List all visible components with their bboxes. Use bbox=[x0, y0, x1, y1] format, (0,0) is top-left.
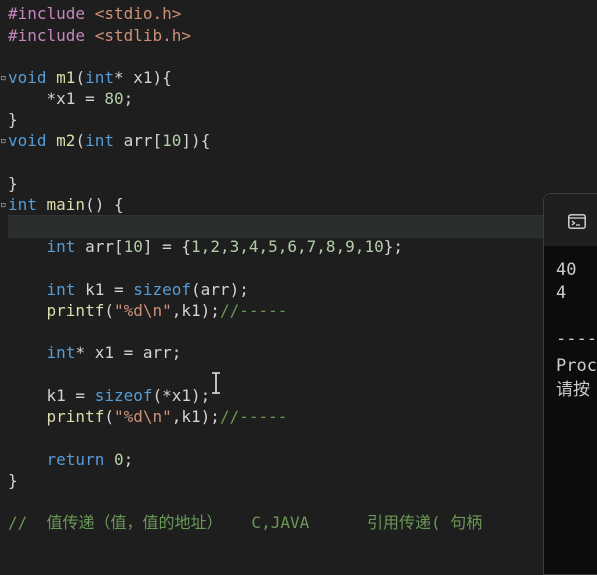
terminal-output-line: 4 bbox=[556, 283, 567, 303]
code-token: int bbox=[8, 195, 47, 214]
code-token: "%d\n" bbox=[113, 301, 172, 320]
code-token: printf bbox=[46, 301, 105, 320]
code-token: ( bbox=[104, 301, 114, 320]
code-line: int* x1 = arr; bbox=[8, 342, 182, 363]
code-line: int main() { bbox=[8, 194, 124, 215]
code-token: sizeof bbox=[133, 280, 192, 299]
current-line-highlight bbox=[8, 215, 548, 238]
code-token: //----- bbox=[219, 407, 288, 426]
code-token: arr[ bbox=[113, 131, 163, 150]
code-line: printf("%d\n",k1);//----- bbox=[8, 300, 288, 321]
code-token: ; bbox=[123, 450, 134, 469]
code-token: } bbox=[8, 174, 18, 193]
code-token: }; bbox=[383, 237, 403, 256]
code-token: arr[ bbox=[75, 237, 124, 256]
code-token: ( bbox=[75, 131, 86, 150]
code-token: 80 bbox=[104, 89, 124, 108]
code-line: *x1 = 80; bbox=[8, 88, 134, 109]
fold-marker[interactable]: ▫ bbox=[0, 194, 7, 215]
terminal-output-line: 40 bbox=[556, 260, 577, 280]
code-token: #include bbox=[8, 26, 95, 45]
terminal-output-line: Proc bbox=[556, 356, 597, 376]
terminal-icon bbox=[568, 214, 586, 229]
code-token: m1 bbox=[56, 68, 76, 87]
terminal-panel[interactable]: 40 4 ---- Proc 请按 bbox=[543, 193, 597, 575]
text-cursor-icon bbox=[212, 372, 220, 394]
code-token: ; bbox=[123, 89, 134, 108]
code-token: int bbox=[46, 343, 76, 362]
code-token: <stdio.h> bbox=[94, 4, 182, 23]
code-line: void m2(int arr[10]){ bbox=[8, 130, 210, 151]
code-token: m2 bbox=[56, 131, 76, 150]
code-token: "%d\n" bbox=[113, 407, 172, 426]
code-token: int bbox=[46, 280, 76, 299]
code-line: #include <stdio.h> bbox=[8, 3, 181, 24]
code-token: (*x1); bbox=[152, 386, 211, 405]
terminal-tab[interactable] bbox=[544, 194, 597, 246]
code-line: void m1(int* x1){ bbox=[8, 67, 172, 88]
code-token: ]){ bbox=[181, 131, 211, 150]
code-token: <stdlib.h> bbox=[94, 26, 192, 45]
code-token: sizeof bbox=[94, 386, 153, 405]
code-token: void bbox=[8, 68, 57, 87]
code-line: k1 = sizeof(*x1); bbox=[8, 385, 211, 406]
code-editor[interactable]: ▫ ▫ ▫ #include <stdio.h> #include <stdli… bbox=[0, 0, 597, 552]
code-token: int bbox=[85, 68, 114, 87]
code-token: } bbox=[8, 110, 18, 129]
code-token: // 值传递（值，值的地址） C,JAVA 引用传递( 句柄 bbox=[8, 513, 483, 532]
code-token: * x1 = arr; bbox=[75, 343, 182, 362]
code-line: printf("%d\n",k1);//----- bbox=[8, 406, 288, 427]
code-token: k1 = bbox=[8, 386, 95, 405]
code-line: int arr[10] = {1,2,3,4,5,6,7,8,9,10}; bbox=[8, 236, 403, 257]
code-token: } bbox=[8, 471, 18, 490]
code-line: return 0; bbox=[8, 449, 134, 470]
code-token: ( bbox=[75, 68, 86, 87]
code-token: ,k1); bbox=[171, 301, 220, 320]
code-line: // 值传递（值，值的地址） C,JAVA 引用传递( 句柄 bbox=[8, 512, 482, 533]
code-token: printf bbox=[46, 407, 105, 426]
terminal-output-line: 请按 bbox=[556, 380, 590, 400]
code-token: ] = { bbox=[142, 237, 192, 256]
code-token: 10 bbox=[123, 237, 143, 256]
code-line: #include <stdlib.h> bbox=[8, 25, 191, 46]
fold-marker[interactable]: ▫ bbox=[0, 130, 7, 151]
code-token: ,k1); bbox=[171, 407, 220, 426]
code-token: k1 = bbox=[75, 280, 134, 299]
code-token: ( bbox=[104, 407, 114, 426]
code-token: 10 bbox=[162, 131, 182, 150]
code-token: //----- bbox=[219, 301, 288, 320]
code-token: main bbox=[46, 195, 86, 214]
code-token: () { bbox=[85, 195, 124, 214]
code-token: 0 bbox=[113, 450, 124, 469]
code-token: (arr); bbox=[191, 280, 249, 299]
code-token: 1,2,3,4,5,6,7,8,9,10 bbox=[191, 237, 384, 256]
code-token: int bbox=[85, 131, 114, 150]
code-token: * x1){ bbox=[113, 68, 172, 87]
terminal-output-line: ---- bbox=[556, 329, 597, 349]
code-token: #include bbox=[8, 4, 95, 23]
code-token: *x1 = bbox=[8, 89, 105, 108]
code-line: } bbox=[8, 470, 18, 491]
code-token: void bbox=[8, 131, 57, 150]
code-token: return bbox=[46, 450, 114, 469]
code-line: int k1 = sizeof(arr); bbox=[8, 279, 249, 300]
fold-marker[interactable]: ▫ bbox=[0, 67, 7, 88]
code-token: int bbox=[46, 237, 76, 256]
code-line: } bbox=[8, 173, 18, 194]
code-line: } bbox=[8, 109, 18, 130]
